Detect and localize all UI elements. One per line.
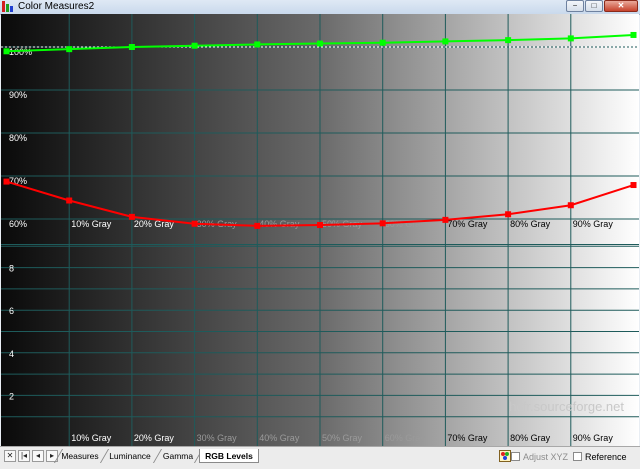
data-point <box>66 197 73 204</box>
tab-measures[interactable]: Measures <box>60 449 100 463</box>
x-tick-label: 70% Gray <box>447 433 488 443</box>
tab-gamma[interactable]: Gamma <box>160 449 196 463</box>
x-tick-label: 90% Gray <box>573 433 614 443</box>
prev-tab-button[interactable]: ◂ <box>32 450 44 462</box>
x-tick-label: 20% Gray <box>134 433 175 443</box>
y-tick-label: 2 <box>9 391 14 401</box>
y-tick-label: 6 <box>9 306 14 316</box>
data-point <box>567 202 574 209</box>
reference-color-icon[interactable] <box>499 450 511 462</box>
data-point <box>505 37 512 44</box>
data-point <box>379 39 386 46</box>
adjust-xyz-option[interactable]: Adjust XYZ <box>511 451 568 463</box>
data-point <box>254 41 261 48</box>
first-tab-button[interactable]: |◂ <box>18 450 30 462</box>
x-tick-label: 40% Gray <box>259 219 300 229</box>
x-tick-label: 80% Gray <box>510 219 551 229</box>
app-window: Color Measures2 − □ ✕ 140%130%120%110%10… <box>0 0 640 469</box>
data-point <box>3 48 10 55</box>
tab-bar: ✕ |◂ ◂ ▸ Measures Luminance Gamma RGB Le… <box>0 446 640 469</box>
y-tick-label: 4 <box>9 349 14 359</box>
x-tick-label: 90% Gray <box>573 219 614 229</box>
x-tick-label: 10% Gray <box>71 219 112 229</box>
bar-chart-icon <box>2 1 14 12</box>
close-tab-button[interactable]: ✕ <box>4 450 16 462</box>
y-tick-label: 8 <box>9 264 14 274</box>
title-bar[interactable]: Color Measures2 − □ ✕ <box>0 0 640 15</box>
adjust-xyz-checkbox[interactable] <box>511 452 520 461</box>
data-point <box>191 220 198 227</box>
reference-checkbox[interactable] <box>573 452 582 461</box>
data-point <box>379 220 386 227</box>
data-point <box>254 222 261 229</box>
tab-luminance[interactable]: Luminance <box>107 449 153 463</box>
data-point <box>317 222 323 229</box>
data-point <box>630 182 637 189</box>
x-tick-label: 80% Gray <box>510 433 551 443</box>
x-tick-label: 40% Gray <box>259 433 300 443</box>
rgb-levels-chart: 140%130%120%110%100%90%80%70%60% 8642 10… <box>1 14 639 446</box>
close-button[interactable]: ✕ <box>604 0 638 12</box>
reference-option[interactable]: Reference <box>573 451 627 463</box>
data-point <box>3 178 10 185</box>
y-tick-label: 60% <box>9 219 27 229</box>
adjust-xyz-label: Adjust XYZ <box>523 452 569 462</box>
watermark-text: hcfr.sourceforge.net <box>509 399 624 414</box>
data-point <box>128 44 135 50</box>
data-point <box>128 213 135 220</box>
data-point <box>442 38 449 45</box>
y-tick-label: 90% <box>9 90 27 100</box>
window-title: Color Measures2 <box>18 1 95 12</box>
minimize-button[interactable]: − <box>566 0 584 12</box>
data-point <box>567 35 574 42</box>
data-point <box>442 216 449 223</box>
y-tick-label: 80% <box>9 133 27 143</box>
x-tick-label: 50% Gray <box>322 433 363 443</box>
data-point <box>66 46 73 53</box>
x-tick-label: 30% Gray <box>197 433 238 443</box>
data-point <box>317 40 323 47</box>
data-point <box>191 42 198 49</box>
x-tick-label: 60% Gray <box>385 433 426 443</box>
maximize-button[interactable]: □ <box>585 0 603 12</box>
data-point <box>630 31 637 38</box>
reference-label: Reference <box>585 452 627 462</box>
x-tick-label: 10% Gray <box>71 433 112 443</box>
tab-rgb-levels[interactable]: RGB Levels <box>199 449 259 463</box>
x-tick-label: 70% Gray <box>447 219 488 229</box>
data-point <box>505 211 512 218</box>
